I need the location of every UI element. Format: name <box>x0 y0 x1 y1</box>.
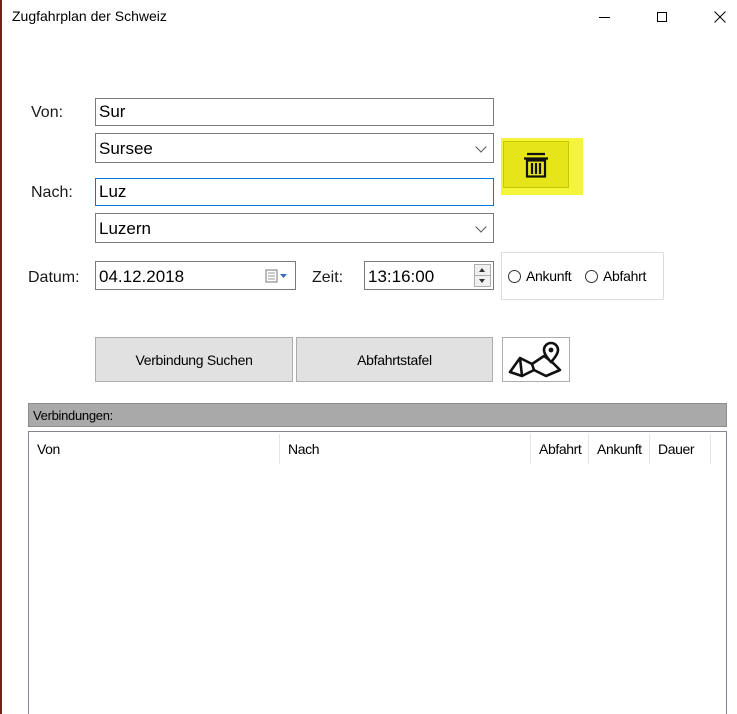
radio-ankunft-label: Ankunft <box>526 268 572 284</box>
column-header-label: Von <box>37 441 60 457</box>
column-header-nach[interactable]: Nach <box>280 432 530 464</box>
minimize-button[interactable] <box>581 0 627 34</box>
column-header-von[interactable]: Von <box>29 432 279 464</box>
von-select[interactable]: Sursee <box>95 133 494 163</box>
time-spinner[interactable] <box>474 264 491 287</box>
radio-circle-icon <box>585 269 598 283</box>
column-header-abfahrt[interactable]: Abfahrt <box>531 432 588 464</box>
radio-ankunft[interactable]: Ankunft <box>508 268 572 284</box>
close-icon <box>714 11 726 23</box>
map-pin-icon <box>508 341 562 377</box>
date-value: 04.12.2018 <box>99 267 185 286</box>
chevron-down-icon <box>475 141 487 153</box>
von-input[interactable]: Sur <box>95 98 494 126</box>
time-picker[interactable]: 13:16:00 <box>364 261 494 290</box>
column-header-label: Abfahrt <box>539 441 582 457</box>
maximize-icon <box>657 12 667 22</box>
chevron-down-icon <box>475 221 487 233</box>
nach-label: Nach: <box>31 184 73 201</box>
radio-abfahrt-label: Abfahrt <box>603 268 647 284</box>
datum-label: Datum: <box>28 269 80 286</box>
column-header-label: Ankunft <box>597 441 642 457</box>
verbindung-suchen-button[interactable]: Verbindung Suchen <box>95 337 293 382</box>
date-picker[interactable]: 04.12.2018 <box>95 261 296 290</box>
abfahrtstafel-button[interactable]: Abfahrtstafel <box>296 337 493 382</box>
spin-up-button[interactable] <box>475 265 490 276</box>
calendar-dropdown-icon[interactable] <box>265 269 289 283</box>
column-header-ankunft[interactable]: Ankunft <box>589 432 649 464</box>
title-bar: Zugfahrplan der Schweiz <box>2 0 737 34</box>
radio-circle-icon <box>508 269 521 283</box>
nach-select-value: Luzern <box>99 219 151 238</box>
column-header-label: Nach <box>288 441 320 457</box>
von-label: Von: <box>31 104 64 121</box>
radio-abfahrt[interactable]: Abfahrt <box>585 268 646 284</box>
window-border <box>0 0 2 714</box>
column-separator[interactable] <box>710 434 711 464</box>
zeit-label: Zeit: <box>312 269 344 286</box>
nach-input[interactable]: Luz <box>95 178 494 206</box>
connections-group-header: Verbindungen: <box>28 403 727 427</box>
von-select-value: Sursee <box>99 139 153 158</box>
arrival-departure-group: Ankunft Abfahrt <box>501 252 664 300</box>
connections-list[interactable]: Von Nach Abfahrt Ankunft Dauer <box>28 431 727 714</box>
minimize-icon <box>598 16 610 18</box>
arrow-up-icon <box>479 268 485 272</box>
time-value: 13:16:00 <box>368 267 435 286</box>
map-button[interactable] <box>502 337 570 382</box>
clear-button[interactable] <box>503 141 569 188</box>
column-header-dauer[interactable]: Dauer <box>650 432 710 464</box>
nach-select[interactable]: Luzern <box>95 213 494 243</box>
trash-icon <box>524 152 548 178</box>
close-button[interactable] <box>697 0 737 34</box>
arrow-down-icon <box>479 279 485 283</box>
connections-group-label: Verbindungen: <box>33 408 113 423</box>
window-title: Zugfahrplan der Schweiz <box>12 8 167 24</box>
column-header-label: Dauer <box>658 441 695 457</box>
maximize-button[interactable] <box>639 0 685 34</box>
spin-down-button[interactable] <box>475 276 490 286</box>
